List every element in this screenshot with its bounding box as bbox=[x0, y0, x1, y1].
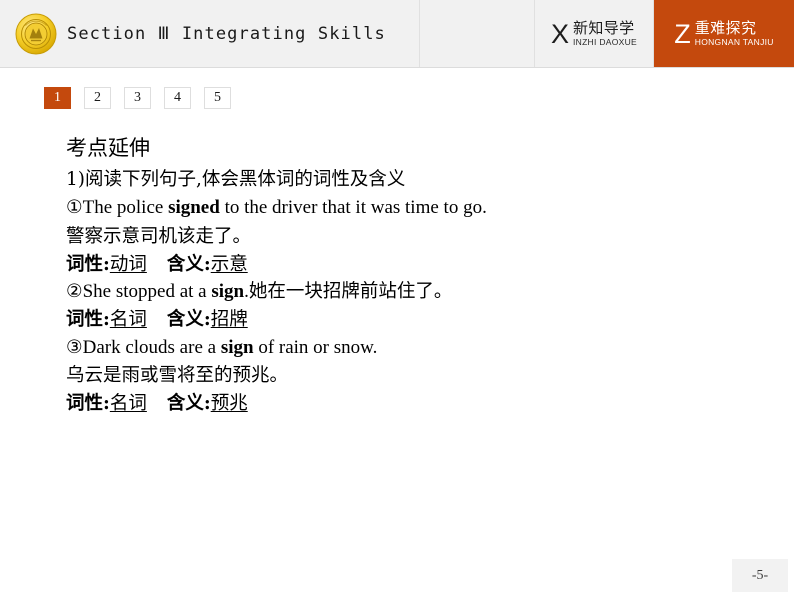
nav-tab-label-pinyin: INZHI DAOXUE bbox=[572, 36, 638, 47]
pos-label-3: 词性: bbox=[66, 392, 110, 414]
meaning-answer-1: 示意 bbox=[210, 253, 248, 275]
nav-initial-z-icon: Z bbox=[674, 19, 691, 49]
sentence-1-after: to the driver that it was time to go. bbox=[219, 197, 487, 219]
header-divider-spacer bbox=[420, 0, 535, 67]
number-tab-4[interactable]: 4 bbox=[164, 87, 191, 109]
item-marker-3: ③ bbox=[66, 336, 83, 358]
answer-row-1: 词性:动词 含义:示意 bbox=[66, 251, 766, 278]
sentence-2-inline-cn: 她在一块招牌前站住了。 bbox=[248, 281, 453, 303]
meaning-label-1: 含义: bbox=[166, 253, 211, 275]
page-title: Section Ⅲ Integrating Skills bbox=[67, 23, 386, 44]
sentence-3-keyword: sign bbox=[220, 336, 254, 358]
meaning-answer-2: 招牌 bbox=[210, 309, 248, 331]
number-tab-3[interactable]: 3 bbox=[124, 87, 151, 109]
slide-content: 考点延伸 1)阅读下列句子,体会黑体词的词性及含义 ①The police si… bbox=[66, 134, 766, 417]
pos-label-2: 词性: bbox=[66, 309, 110, 331]
content-instruction: 1)阅读下列句子,体会黑体词的词性及含义 bbox=[66, 166, 766, 194]
instruction-text: 1)阅读下列句子,体会黑体词的词性及含义 bbox=[66, 169, 406, 191]
nav-tab-label-cn: 重难探究 bbox=[694, 19, 757, 37]
example-sentence-2: ②She stopped at a sign.她在一块招牌前站住了。 bbox=[66, 278, 766, 306]
pos-label-1: 词性: bbox=[66, 253, 110, 275]
sentence-3-after: of rain or snow. bbox=[253, 336, 378, 358]
nav-tab-zhongnan-tanjiu[interactable]: Z 重难探究 HONGNAN TANJIU bbox=[654, 0, 794, 67]
translation-3-text: 乌云是雨或雪将至的预兆。 bbox=[66, 364, 289, 386]
number-tab-bar: 1 2 3 4 5 bbox=[44, 87, 231, 109]
meaning-answer-3: 预兆 bbox=[210, 392, 248, 414]
page-number-indicator: -5- bbox=[732, 559, 788, 592]
gold-medallion-emblem-icon bbox=[15, 13, 57, 54]
nav-tab-label-pinyin: HONGNAN TANJIU bbox=[694, 36, 774, 47]
sentence-1-keyword: signed bbox=[168, 197, 220, 219]
number-tab-1[interactable]: 1 bbox=[44, 87, 71, 109]
item-marker-1: ① bbox=[66, 197, 83, 219]
meaning-label-3: 含义: bbox=[166, 392, 211, 414]
translation-3: 乌云是雨或雪将至的预兆。 bbox=[66, 362, 766, 390]
sentence-3-before: Dark clouds are a bbox=[82, 336, 221, 358]
nav-tab-xinzhi-daoxue[interactable]: X 新知导学 INZHI DAOXUE bbox=[535, 0, 654, 67]
number-tab-2[interactable]: 2 bbox=[84, 87, 111, 109]
nav-initial-x-icon: X bbox=[550, 19, 569, 49]
content-heading: 考点延伸 bbox=[66, 136, 150, 160]
answer-row-2: 词性:名词 含义:招牌 bbox=[66, 306, 766, 333]
pos-answer-1: 动词 bbox=[109, 253, 147, 275]
nav-tab-label-cn: 新知导学 bbox=[572, 19, 635, 37]
sentence-2-keyword: sign bbox=[211, 281, 245, 303]
item-marker-2: ② bbox=[66, 281, 83, 303]
example-sentence-1: ①The police signed to the driver that it… bbox=[66, 194, 766, 222]
nav-text-stack: 重难探究 HONGNAN TANJIU bbox=[695, 21, 774, 47]
number-tab-5[interactable]: 5 bbox=[204, 87, 231, 109]
pos-answer-3: 名词 bbox=[109, 392, 147, 414]
meaning-label-2: 含义: bbox=[166, 309, 211, 331]
sentence-2-before: She stopped at a bbox=[82, 281, 212, 303]
translation-1: 警察示意司机该走了。 bbox=[66, 223, 766, 251]
nav-text-stack: 新知导学 INZHI DAOXUE bbox=[573, 21, 637, 47]
nav-tab-content: X 新知导学 INZHI DAOXUE bbox=[550, 19, 637, 49]
translation-1-text: 警察示意司机该走了。 bbox=[66, 225, 252, 247]
header-bar: Section Ⅲ Integrating Skills X 新知导学 INZH… bbox=[0, 0, 794, 68]
nav-tab-content: Z 重难探究 HONGNAN TANJIU bbox=[674, 19, 774, 49]
sentence-1-before: The police bbox=[82, 197, 169, 219]
answer-row-3: 词性:名词 含义:预兆 bbox=[66, 390, 766, 417]
pos-answer-2: 名词 bbox=[109, 309, 147, 331]
example-sentence-3: ③Dark clouds are a sign of rain or snow. bbox=[66, 334, 766, 362]
header-title-group: Section Ⅲ Integrating Skills bbox=[0, 0, 420, 67]
